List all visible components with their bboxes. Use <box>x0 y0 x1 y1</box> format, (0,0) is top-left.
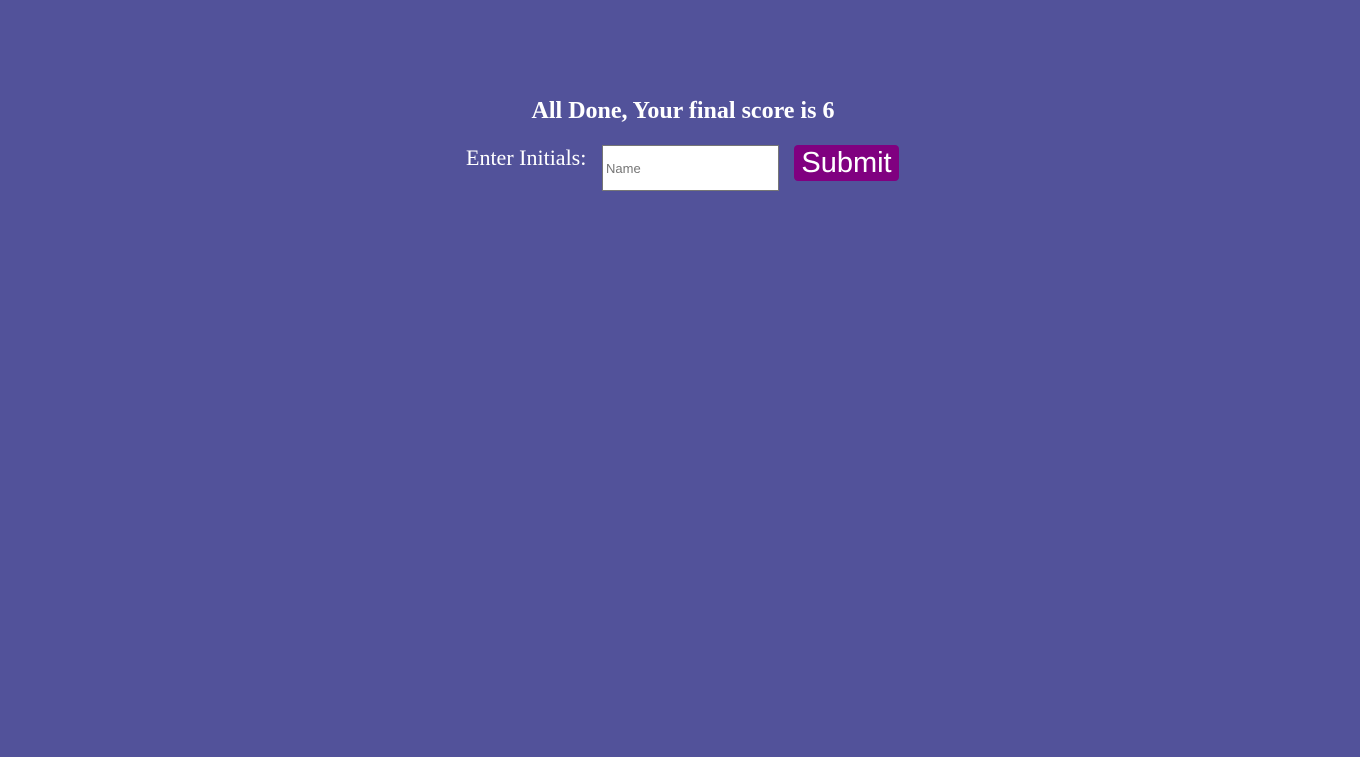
final-score-heading: All Done, Your final score is 6 <box>531 98 835 124</box>
submit-button[interactable]: Submit <box>794 145 899 181</box>
initials-input[interactable] <box>602 145 779 191</box>
initials-label: Enter Initials: <box>466 145 587 170</box>
